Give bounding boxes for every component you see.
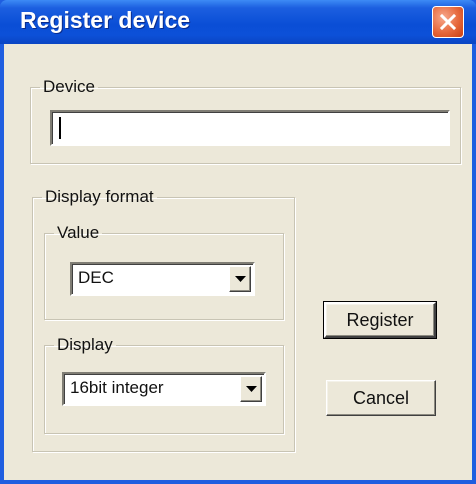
display-group-label: Display — [57, 335, 113, 354]
close-icon — [439, 13, 457, 31]
display-format-selected: 16bit integer — [70, 378, 164, 397]
cancel-button-label: Cancel — [352, 388, 410, 408]
display-format-dropdown-button[interactable] — [240, 376, 262, 402]
dialog-client-area: Device Display format Value DEC Display … — [4, 44, 472, 480]
register-device-dialog: Register device Device Display format Va… — [0, 0, 476, 484]
chevron-down-icon — [235, 276, 246, 282]
display-format-group-label: Display format — [45, 187, 154, 206]
chevron-down-icon — [246, 386, 257, 392]
value-format-selected: DEC — [78, 268, 114, 287]
register-button[interactable]: Register — [323, 301, 437, 339]
device-input[interactable] — [50, 110, 450, 146]
dialog-title: Register device — [20, 7, 191, 33]
title-bar[interactable]: Register device — [0, 0, 476, 44]
close-button[interactable] — [432, 6, 464, 38]
cancel-button[interactable]: Cancel — [326, 380, 436, 416]
register-button-label: Register — [346, 310, 414, 330]
text-caret — [59, 117, 61, 139]
device-group-label: Device — [43, 77, 95, 96]
value-format-select[interactable]: DEC — [70, 262, 255, 296]
value-group-label: Value — [57, 223, 100, 242]
value-format-dropdown-button[interactable] — [229, 266, 251, 292]
display-format-select[interactable]: 16bit integer — [62, 372, 266, 406]
